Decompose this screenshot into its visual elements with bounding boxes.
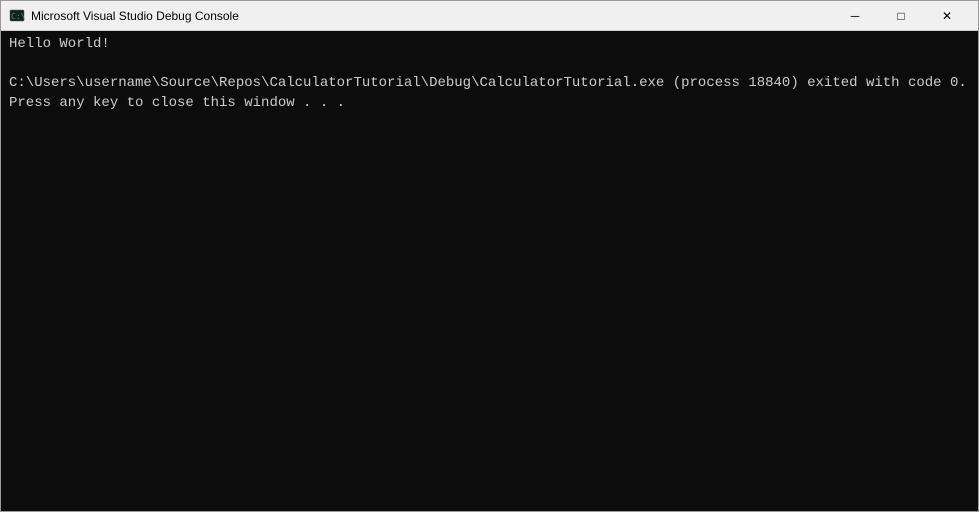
console-line-1: Hello World!: [9, 36, 110, 52]
console-line-3: C:\Users\username\Source\Repos\Calculato…: [9, 75, 967, 91]
console-output: Hello World! C:\Users\username\Source\Re…: [9, 35, 970, 113]
close-button[interactable]: ✕: [924, 1, 970, 31]
console-line-4: Press any key to close this window . . .: [9, 95, 345, 111]
title-bar: C:\ Microsoft Visual Studio Debug Consol…: [1, 1, 978, 31]
console-area: Hello World! C:\Users\username\Source\Re…: [1, 31, 978, 511]
window-title: Microsoft Visual Studio Debug Console: [31, 9, 832, 23]
minimize-button[interactable]: ─: [832, 1, 878, 31]
svg-text:C:\: C:\: [11, 12, 25, 21]
main-window: C:\ Microsoft Visual Studio Debug Consol…: [0, 0, 979, 512]
maximize-button[interactable]: □: [878, 1, 924, 31]
window-controls: ─ □ ✕: [832, 1, 970, 31]
app-icon: C:\: [9, 8, 25, 24]
